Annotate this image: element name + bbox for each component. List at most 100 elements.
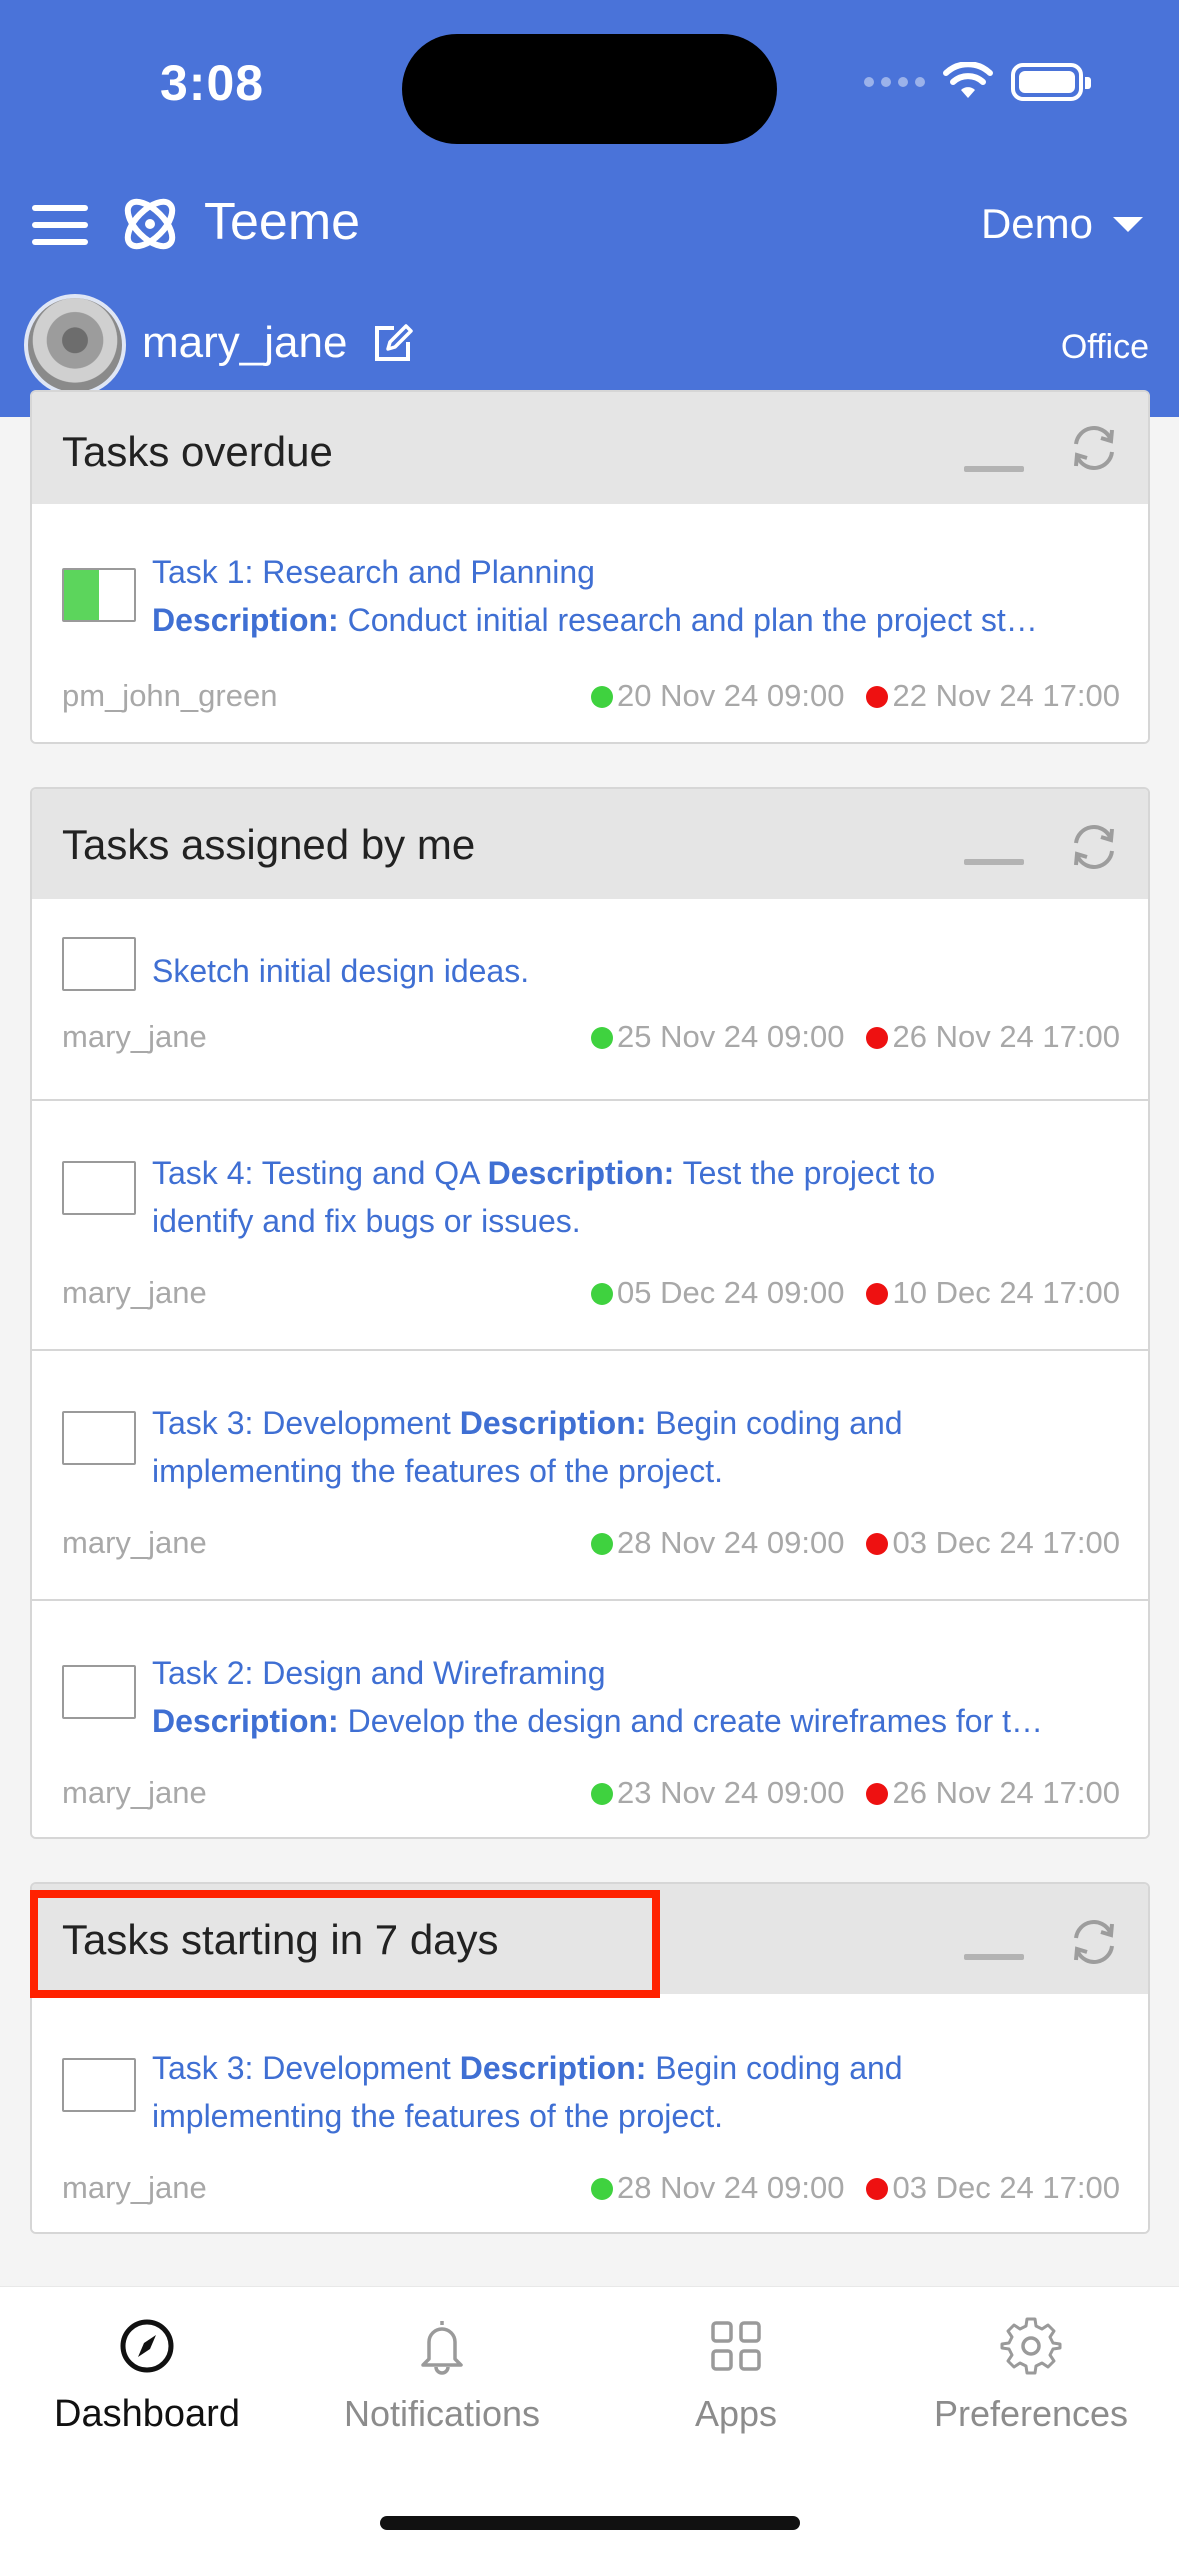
- task-text: Task 3: Development Description: Begin c…: [152, 2044, 1118, 2140]
- nav-notifications[interactable]: Notifications: [295, 2315, 589, 2435]
- refresh-icon[interactable]: [1066, 819, 1122, 875]
- panel-tasks-overdue: Tasks overdue Task 1: Research and Plann…: [30, 390, 1150, 744]
- minimize-icon[interactable]: [964, 466, 1024, 472]
- task-title: Task 1: Research and Planning: [152, 554, 595, 590]
- app-header: 3:08 Teeme Demo mary_jane Office: [0, 0, 1179, 417]
- task-checkbox[interactable]: [62, 2058, 136, 2112]
- task-dates: 28 Nov 24 09:00 03 Dec 24 17:00: [590, 1525, 1120, 1561]
- nav-apps[interactable]: Apps: [589, 2315, 883, 2435]
- task-user: mary_jane: [62, 1525, 207, 1560]
- task-dates: 25 Nov 24 09:00 26 Nov 24 17:00: [590, 1019, 1120, 1055]
- task-text: Task 1: Research and Planning Descriptio…: [152, 548, 1118, 644]
- end-dot-icon: [866, 1027, 889, 1049]
- panel-header: Tasks overdue: [32, 392, 1148, 504]
- task-row[interactable]: Sketch initial design ideas. mary_jane 2…: [32, 899, 1148, 1099]
- task-description-cont: implementing the features of the project…: [152, 1453, 723, 1489]
- end-date: 22 Nov 24 17:00: [866, 678, 1120, 714]
- refresh-icon[interactable]: [1066, 420, 1122, 476]
- task-title-line: Task 3: Development Description: Begin c…: [152, 1399, 1118, 1447]
- end-dot-icon: [866, 686, 889, 708]
- start-date: 28 Nov 24 09:00: [590, 1525, 844, 1561]
- minimize-icon[interactable]: [964, 859, 1024, 865]
- username: mary_jane: [142, 318, 348, 367]
- start-date: 28 Nov 24 09:00: [590, 2170, 844, 2206]
- task-title: Task 2: Design and Wireframing: [152, 1655, 606, 1691]
- task-title-line: Task 4: Testing and QA Description: Test…: [152, 1149, 1118, 1197]
- start-dot-icon: [590, 2178, 613, 2200]
- end-dot-icon: [866, 1533, 889, 1555]
- hamburger-menu-icon[interactable]: [32, 205, 88, 245]
- task-description: Begin coding and: [655, 1405, 903, 1441]
- description-label: Description:: [459, 2050, 647, 2086]
- task-dates: 20 Nov 24 09:00 22 Nov 24 17:00: [590, 678, 1120, 714]
- status-icons: [864, 62, 1091, 102]
- task-title: Task 3: Development: [152, 2050, 451, 2086]
- task-text: Task 4: Testing and QA Description: Test…: [152, 1149, 1118, 1245]
- task-description: Conduct initial research and plan the pr…: [347, 602, 1038, 638]
- bell-icon: [421, 2321, 463, 2375]
- description-label: Description:: [487, 1155, 675, 1191]
- task-checkbox[interactable]: [62, 937, 136, 991]
- org-selector[interactable]: Demo: [981, 200, 1143, 248]
- task-checkbox[interactable]: [62, 1411, 136, 1465]
- task-user: pm_john_green: [62, 678, 278, 713]
- task-user: mary_jane: [62, 1275, 207, 1310]
- task-description: Test the project to: [682, 1155, 936, 1191]
- nav-label: Preferences: [933, 2393, 1129, 2434]
- edit-icon[interactable]: [372, 322, 414, 364]
- end-date: 26 Nov 24 17:00: [866, 1019, 1120, 1055]
- dashboard-screen: 3:08 Teeme Demo mary_jane Office Tasks o…: [0, 0, 1179, 2556]
- task-checkbox[interactable]: [62, 568, 136, 622]
- chevron-down-icon: [1113, 216, 1143, 232]
- task-row[interactable]: Task 4: Testing and QA Description: Test…: [32, 1099, 1148, 1349]
- task-title: Task 3: Development: [152, 1405, 451, 1441]
- start-date: 23 Nov 24 09:00: [590, 1775, 844, 1811]
- description-label: Description:: [459, 1405, 647, 1441]
- task-text: Sketch initial design ideas.: [152, 947, 1118, 995]
- refresh-icon[interactable]: [1066, 1914, 1122, 1970]
- nav-label: Apps: [694, 2393, 778, 2434]
- end-date: 03 Dec 24 17:00: [866, 2170, 1120, 2206]
- task-description: Develop the design and create wireframes…: [347, 1703, 1044, 1739]
- task-row[interactable]: Task 2: Design and Wireframing Descripti…: [32, 1599, 1148, 1837]
- task-title: Sketch initial design ideas.: [152, 953, 530, 989]
- nav-label: Dashboard: [54, 2393, 240, 2435]
- teeme-logo-icon: [124, 198, 176, 250]
- gear-icon: [1000, 2317, 1062, 2375]
- nav-preferences[interactable]: Preferences: [884, 2315, 1178, 2435]
- task-row[interactable]: Task 3: Development Description: Begin c…: [32, 1349, 1148, 1599]
- start-date: 20 Nov 24 09:00: [590, 678, 844, 714]
- task-description: Begin coding and: [655, 2050, 903, 2086]
- start-date: 25 Nov 24 09:00: [590, 1019, 844, 1055]
- end-dot-icon: [866, 2178, 889, 2200]
- task-user: mary_jane: [62, 2170, 207, 2205]
- start-dot-icon: [590, 1783, 613, 1805]
- start-dot-icon: [590, 1533, 613, 1555]
- task-row[interactable]: Task 1: Research and Planning Descriptio…: [32, 504, 1148, 742]
- highlight-annotation: [30, 1890, 660, 1998]
- avatar[interactable]: [24, 294, 126, 396]
- minimize-icon[interactable]: [964, 1954, 1024, 1960]
- end-dot-icon: [866, 1783, 889, 1805]
- task-text: Task 2: Design and Wireframing Descripti…: [152, 1649, 1118, 1745]
- grid-icon: [711, 2321, 761, 2371]
- task-description-cont: implementing the features of the project…: [152, 2098, 723, 2134]
- task-checkbox[interactable]: [62, 1665, 136, 1719]
- location-label: Office: [1060, 328, 1149, 366]
- task-title-line: Task 3: Development Description: Begin c…: [152, 2044, 1118, 2092]
- task-user: mary_jane: [62, 1019, 207, 1054]
- nav-dashboard[interactable]: Dashboard: [0, 2315, 294, 2436]
- task-row[interactable]: Task 3: Development Description: Begin c…: [32, 1994, 1148, 2232]
- battery-icon: [1011, 63, 1091, 101]
- end-date: 10 Dec 24 17:00: [866, 1275, 1120, 1311]
- end-date: 03 Dec 24 17:00: [866, 1525, 1120, 1561]
- task-text: Task 3: Development Description: Begin c…: [152, 1399, 1118, 1495]
- task-checkbox[interactable]: [62, 1161, 136, 1215]
- description-label: Description:: [152, 602, 339, 638]
- nav-label: Notifications: [343, 2393, 541, 2434]
- wifi-icon: [943, 62, 993, 98]
- dynamic-island: [402, 34, 777, 144]
- app-title: Teeme: [204, 193, 361, 251]
- panel-title: Tasks assigned by me: [62, 821, 476, 868]
- task-description-cont: identify and fix bugs or issues.: [152, 1203, 581, 1239]
